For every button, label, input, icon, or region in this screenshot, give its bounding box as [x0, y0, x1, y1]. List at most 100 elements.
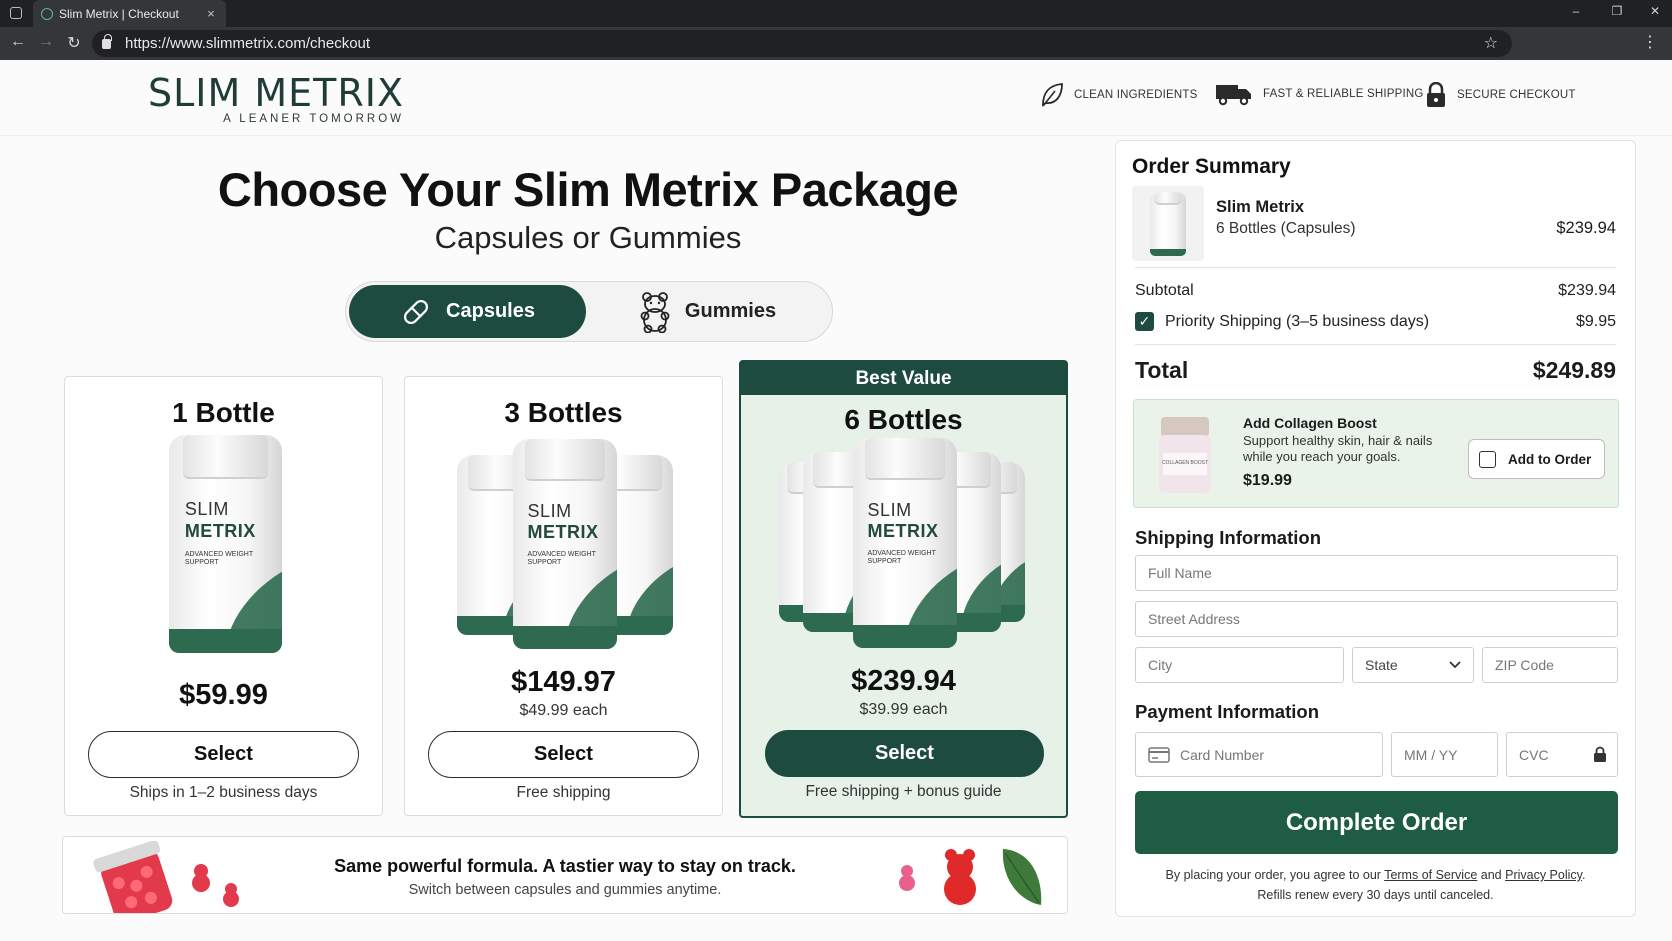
- url-text: https://www.slimmetrix.com/checkout: [125, 35, 371, 52]
- summary-product-variant: 6 Bottles (Capsules): [1216, 220, 1356, 237]
- divider: [1135, 267, 1616, 268]
- product-bottle-image: SLIM METRIX ADVANCED WEIGHT SUPPORT: [853, 438, 957, 648]
- collagen-jar-image: COLLAGEN BOOST: [1159, 417, 1211, 493]
- add-to-order-button[interactable]: Add to Order: [1468, 439, 1605, 479]
- window-close-icon[interactable]: ✕: [1645, 4, 1665, 18]
- package-title: 3 Bottles: [504, 397, 623, 428]
- priority-shipping-checkbox[interactable]: ✓: [1135, 312, 1154, 331]
- forward-icon[interactable]: →: [36, 33, 56, 51]
- city-field[interactable]: [1135, 647, 1344, 683]
- complete-order-button[interactable]: Complete Order: [1135, 791, 1618, 854]
- browser-tab[interactable]: Slim Metrix | Checkout ×: [33, 0, 226, 27]
- collagen-upsell-box: COLLAGEN BOOST Add Collagen Boost Suppor…: [1133, 399, 1619, 508]
- gummies-toggle[interactable]: Gummies: [589, 285, 826, 338]
- cvc-input[interactable]: [1519, 733, 1593, 776]
- browser-menu-icon[interactable]: ⋮: [1642, 32, 1658, 52]
- chevron-down-icon: [1449, 661, 1461, 669]
- minimize-icon[interactable]: –: [1566, 4, 1586, 18]
- package-shipping-note: Free shipping + bonus guide: [805, 783, 1002, 800]
- package-card-3-bottles[interactable]: 3 Bottles SLIM METRIX ADVANCED WEIGHT SU…: [404, 376, 723, 816]
- format-toggle: Capsules Gummies: [345, 281, 833, 342]
- expiry-input[interactable]: [1404, 733, 1497, 776]
- address-bar: ← → ↻ https://www.slimmetrix.com/checkou…: [0, 27, 1672, 60]
- refill-note: Refills renew every 30 days until cancel…: [1257, 888, 1494, 902]
- capsules-toggle[interactable]: Capsules: [349, 285, 586, 338]
- full-name-field[interactable]: [1135, 555, 1618, 591]
- add-to-order-checkbox[interactable]: [1479, 450, 1496, 468]
- subtotal-value: $239.94: [1558, 282, 1616, 299]
- logo-text: SLIM METRIX: [148, 71, 405, 115]
- feature-secure: SECURE CHECKOUT: [1425, 82, 1576, 108]
- expiry-field[interactable]: [1391, 732, 1498, 777]
- card-number-input[interactable]: [1180, 733, 1382, 776]
- bottle-label-name: METRIX: [867, 520, 939, 541]
- full-name-input[interactable]: [1148, 556, 1617, 590]
- package-price: $239.94: [851, 665, 956, 697]
- capsules-label: Capsules: [446, 300, 535, 322]
- shipping-value: $9.95: [1575, 313, 1616, 330]
- legal-prefix: By placing your order, you agree to our: [1165, 868, 1381, 882]
- summary-product-name: Slim Metrix: [1216, 198, 1305, 216]
- bottle-label-name: METRIX: [184, 521, 256, 542]
- package-price: $59.99: [179, 679, 268, 711]
- cvc-field[interactable]: [1506, 732, 1618, 777]
- upsell-description: Support healthy skin, hair & nails while…: [1243, 433, 1433, 465]
- street-address-input[interactable]: [1148, 602, 1617, 636]
- feature-clean-ingredients: CLEAN INGREDIENTS: [1040, 82, 1198, 108]
- url-field[interactable]: https://www.slimmetrix.com/checkout ☆: [92, 30, 1512, 57]
- shipping-info-title: Shipping Information: [1135, 527, 1322, 548]
- bottle-label-brand: SLIM: [184, 499, 229, 520]
- credit-card-icon: [1148, 746, 1170, 763]
- summary-product-price: $239.94: [1556, 219, 1616, 237]
- select-3-bottles-button[interactable]: Select: [428, 731, 699, 778]
- order-summary-title: Order Summary: [1132, 155, 1291, 178]
- padlock-icon: [1427, 82, 1445, 107]
- bottle-label-claim: ADVANCED WEIGHT SUPPORT: [184, 550, 254, 567]
- payment-info-title: Payment Information: [1135, 701, 1319, 722]
- select-1-bottle-button[interactable]: Select: [88, 731, 359, 778]
- add-to-order-label: Add to Order: [1508, 451, 1592, 467]
- jar-label-text: COLLAGEN BOOST: [1162, 460, 1208, 466]
- gummies-jar-image: [93, 841, 239, 913]
- package-shipping-note: Ships in 1–2 business days: [129, 784, 318, 801]
- bookmark-star-icon[interactable]: ☆: [1484, 33, 1498, 53]
- terms-of-service-link[interactable]: Terms of Service: [1384, 868, 1477, 882]
- feature-label: CLEAN INGREDIENTS: [1074, 89, 1198, 101]
- city-input[interactable]: [1148, 648, 1343, 682]
- truck-icon: [1216, 85, 1251, 106]
- card-number-field[interactable]: [1135, 732, 1383, 777]
- privacy-policy-link[interactable]: Privacy Policy: [1505, 868, 1582, 882]
- reload-icon[interactable]: ↻: [64, 33, 84, 53]
- package-card-1-bottle[interactable]: 1 Bottle SLIM METRIX ADVANCED WEIGHT SUP…: [64, 376, 383, 816]
- product-bottle-image: SLIM METRIX ADVANCED WEIGHT SUPPORT: [513, 439, 617, 649]
- lock-icon: [1594, 746, 1606, 762]
- priority-shipping-label[interactable]: Priority Shipping (3–5 business days): [1165, 313, 1429, 331]
- zip-field[interactable]: [1482, 647, 1618, 683]
- tab-close-icon[interactable]: ×: [202, 6, 220, 21]
- tab-search-icon[interactable]: [10, 7, 22, 19]
- package-title: 6 Bottles: [844, 404, 963, 435]
- street-address-field[interactable]: [1135, 601, 1618, 637]
- browser-tabbar: Slim Metrix | Checkout × – ❐ ✕: [0, 0, 1672, 27]
- back-icon[interactable]: ←: [8, 33, 28, 51]
- state-select[interactable]: State: [1352, 647, 1474, 683]
- page-title: Choose Your Slim Metrix Package: [217, 163, 959, 216]
- upsell-title: Add Collagen Boost: [1243, 415, 1377, 431]
- select-6-bottles-button[interactable]: Select: [765, 730, 1044, 777]
- total-value: $249.89: [1532, 357, 1616, 383]
- restore-icon[interactable]: ❐: [1607, 4, 1627, 18]
- favicon-icon: [41, 7, 53, 20]
- order-summary-panel: Order Summary Slim Metrix 6 Bottles (Cap…: [1115, 140, 1636, 917]
- zip-input[interactable]: [1495, 648, 1617, 682]
- package-card-6-bottles[interactable]: Best Value 6 Bottles SLIM METRIX ADVANCE…: [739, 360, 1068, 818]
- leaf-icon: [1042, 83, 1063, 107]
- brand-logo[interactable]: SLIM METRIX A LEANER TOMORROW: [148, 74, 404, 125]
- summary-product-thumbnail: [1132, 186, 1204, 261]
- total-label: Total: [1135, 357, 1189, 383]
- gummies-label: Gummies: [684, 300, 777, 322]
- feature-label: SECURE CHECKOUT: [1457, 89, 1576, 101]
- bottle-label-brand: SLIM: [867, 499, 912, 520]
- gummies-promo-banner[interactable]: Same powerful formula. A tastier way to …: [62, 836, 1068, 914]
- bottle-label-brand: SLIM: [527, 500, 572, 521]
- package-shipping-note: Free shipping: [516, 784, 611, 801]
